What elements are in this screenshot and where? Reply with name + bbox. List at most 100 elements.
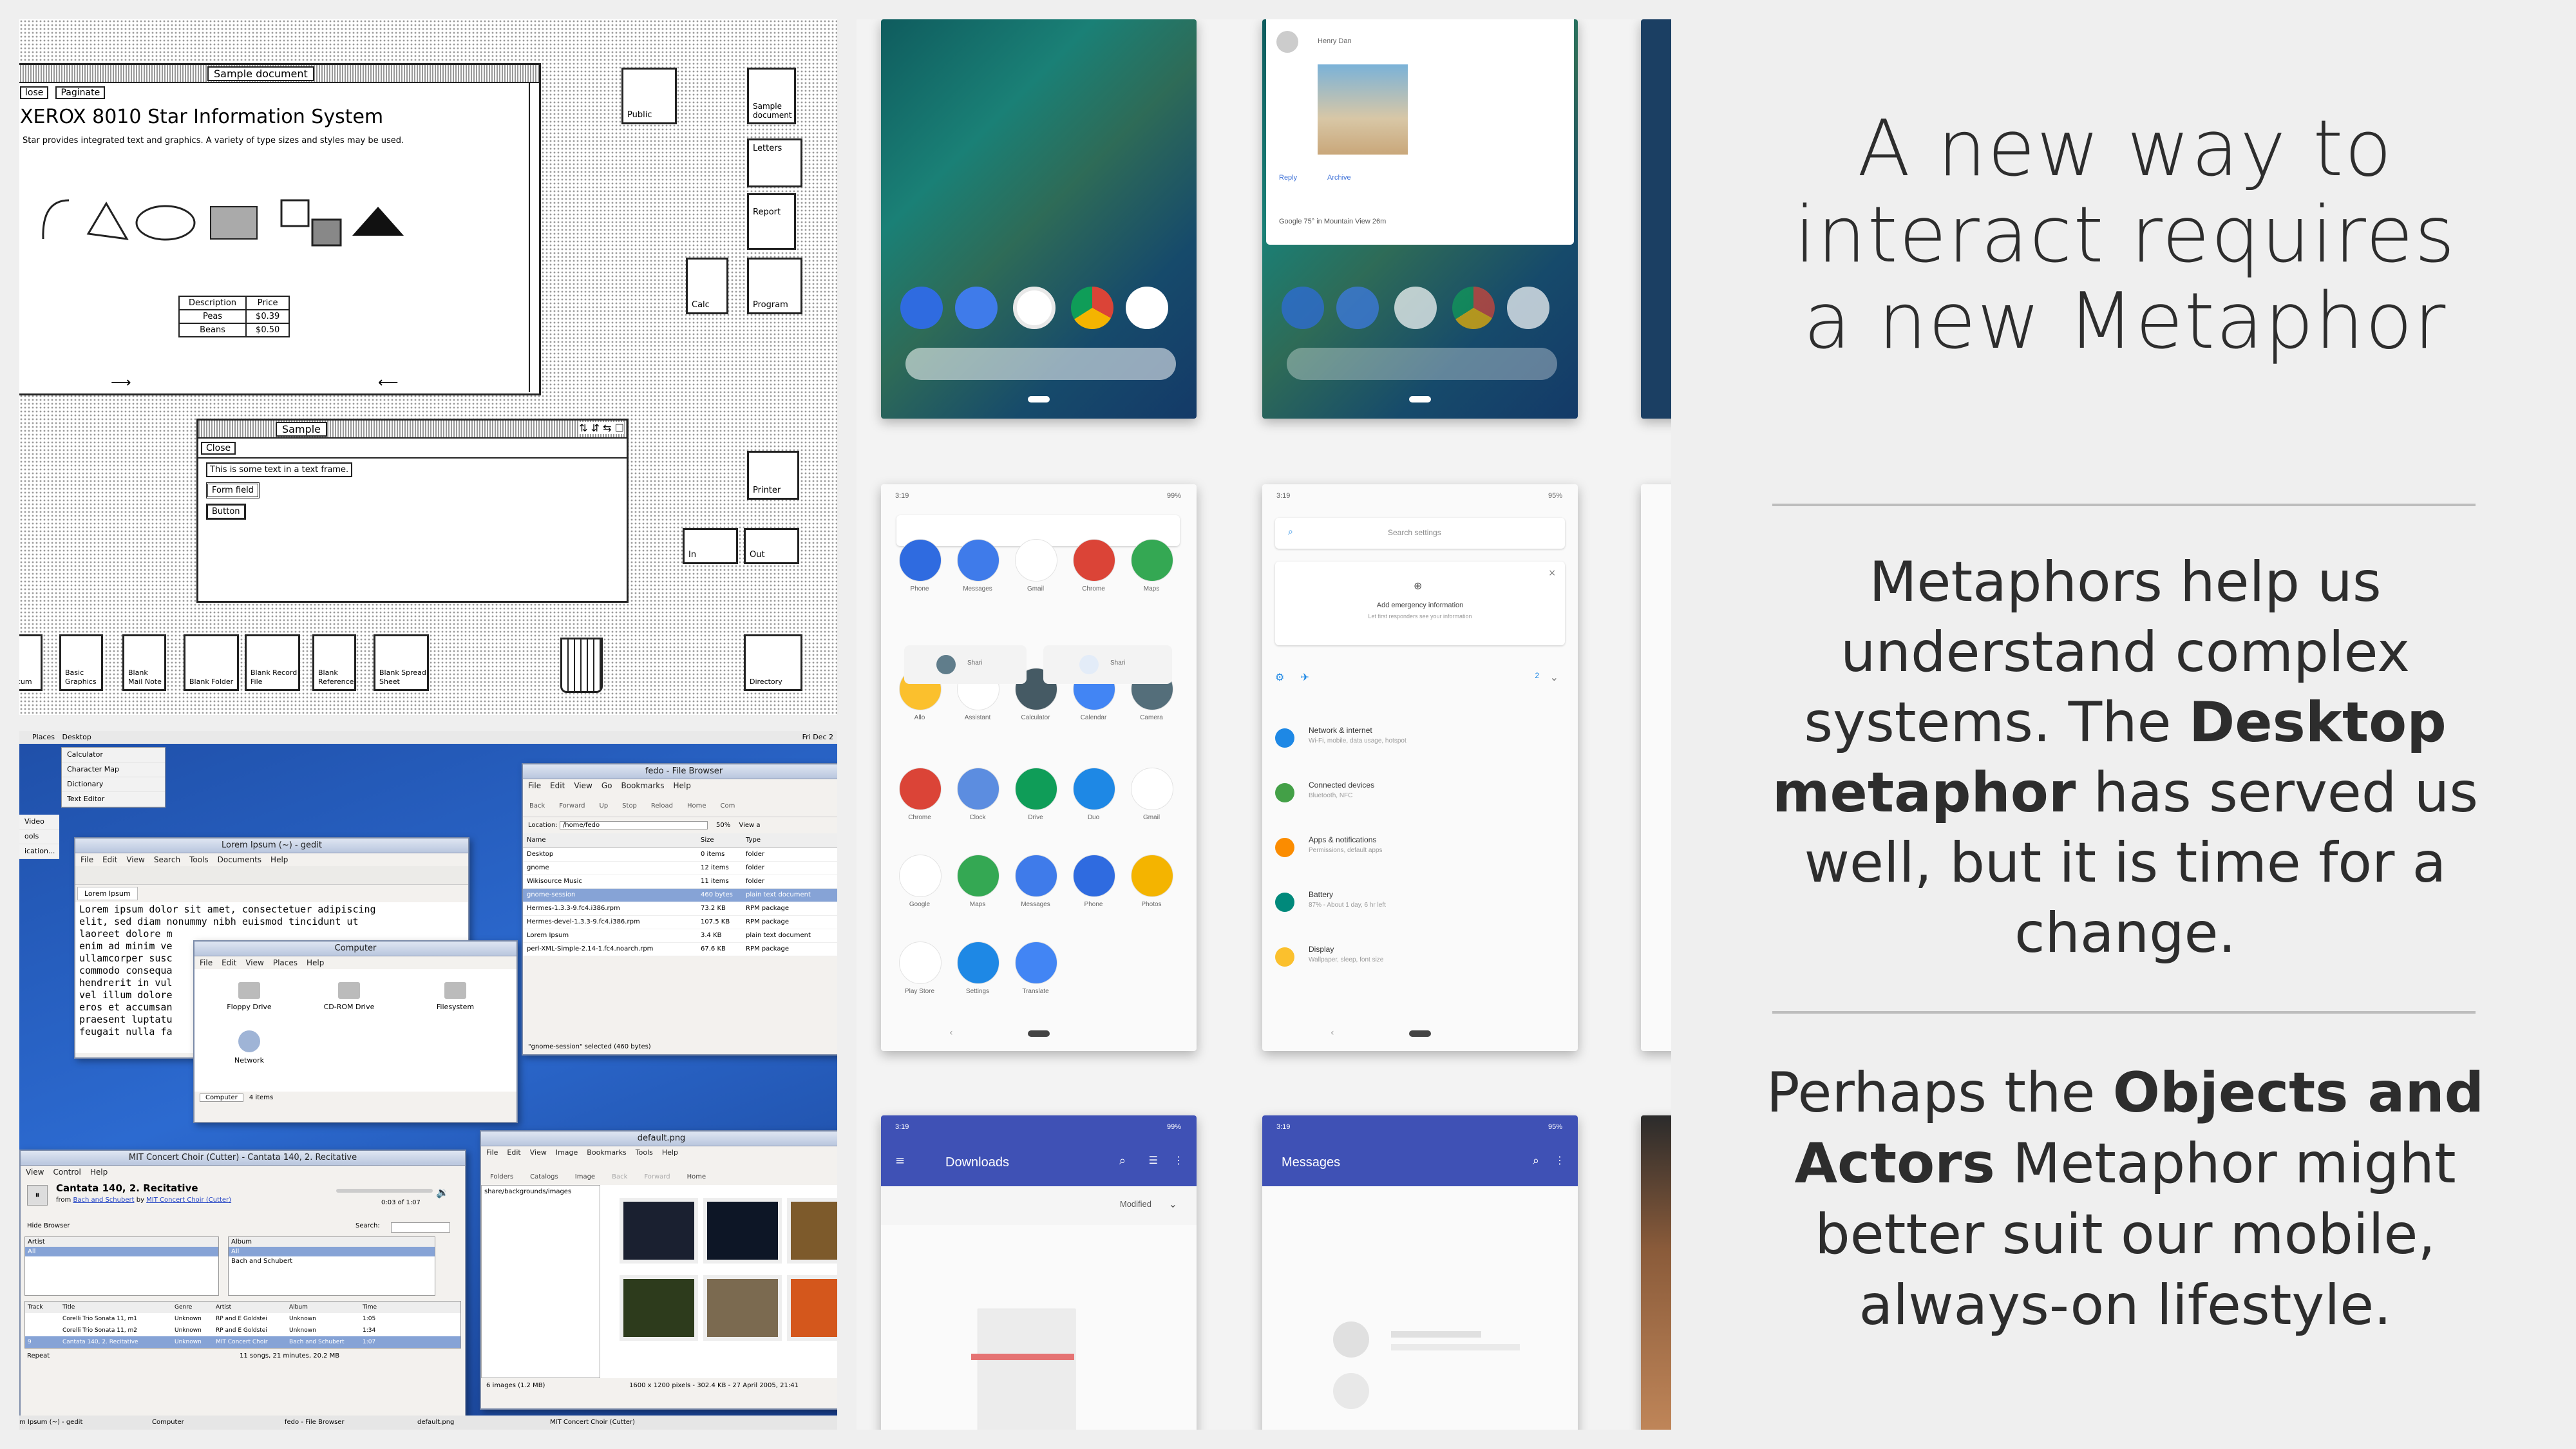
file-row[interactable]: perl-XML-Simple-2.14-1.fc4.noarch.rpm 67.…: [523, 943, 837, 956]
menu-help[interactable]: Help: [307, 958, 324, 967]
menu-view[interactable]: View: [530, 1148, 547, 1157]
menu-places[interactable]: Places: [273, 958, 298, 967]
messages-app-icon[interactable]: [955, 287, 998, 329]
contact-chip[interactable]: Shari: [904, 645, 1027, 684]
trash-icon[interactable]: [560, 638, 603, 693]
menu-item-text-editor[interactable]: Text Editor: [62, 792, 165, 807]
menu-search[interactable]: Search: [154, 855, 180, 864]
phone-app-icon[interactable]: [900, 287, 943, 329]
maps-app-icon[interactable]: [957, 855, 999, 897]
dismiss-icon[interactable]: ×: [1548, 568, 1556, 578]
music-titlebar[interactable]: MIT Concert Choir (Cutter) - Cantata 140…: [21, 1151, 465, 1166]
archive-action[interactable]: Archive: [1327, 174, 1351, 182]
play-pause-icon[interactable]: ⏸: [27, 1185, 48, 1206]
suggestion-row[interactable]: ⚙ ✈ 2 ⌄: [1275, 671, 1565, 690]
file-row[interactable]: Hermes-1.3.3-9.fc4.i386.rpm 73.2 KB RPM pa…: [523, 902, 837, 916]
column-type[interactable]: Type: [746, 833, 836, 848]
artist-link[interactable]: MIT Concert Choir (Cutter): [146, 1197, 231, 1204]
form-close-button[interactable]: Close: [201, 442, 236, 455]
google-search-bar[interactable]: [1287, 348, 1557, 380]
thumbnail[interactable]: [620, 1275, 698, 1341]
overflow-icon[interactable]: ⋮: [1173, 1154, 1184, 1166]
paginate-button[interactable]: Paginate: [55, 86, 106, 99]
menu-tools[interactable]: Tools: [636, 1148, 653, 1157]
image-viewer-titlebar[interactable]: default.png: [481, 1132, 837, 1146]
chrome-app-icon[interactable]: [1452, 287, 1495, 329]
messages-app-icon[interactable]: [1015, 855, 1057, 897]
taskbar-item[interactable]: Computer: [152, 1416, 281, 1430]
track-column-header[interactable]: Artist: [213, 1302, 287, 1313]
column-size[interactable]: Size: [701, 833, 746, 848]
form-titlebar[interactable]: Sample ⇅ ⇵ ⇆ ☐: [198, 421, 627, 439]
taskbar-item[interactable]: default.png: [417, 1416, 546, 1430]
outbox-icon[interactable]: Out: [744, 528, 799, 564]
reply-action[interactable]: Reply: [1279, 174, 1297, 182]
window-controls-icon[interactable]: ⇅ ⇵ ⇆ ☐: [579, 422, 624, 434]
clock-app-icon[interactable]: [957, 768, 999, 810]
form-button[interactable]: Button: [206, 504, 246, 520]
image-button[interactable]: Image: [575, 1173, 595, 1185]
floppy-drive-item[interactable]: Floppy Drive: [220, 982, 278, 1011]
maps-app-icon[interactable]: [1131, 539, 1173, 582]
search-input[interactable]: [391, 1222, 450, 1233]
document-titlebar[interactable]: Sample document: [19, 65, 539, 83]
menu-edit[interactable]: Edit: [222, 958, 236, 967]
artist-all[interactable]: All: [25, 1247, 218, 1256]
taskbar-item[interactable]: MIT Concert Choir (Cutter): [550, 1416, 679, 1430]
folders-button[interactable]: Folders: [490, 1173, 513, 1185]
messages-app-icon[interactable]: [1336, 287, 1379, 329]
blank-folder-icon[interactable]: Blank Folder: [184, 634, 239, 691]
menu-bookmarks[interactable]: Bookmarks: [587, 1148, 626, 1157]
menu-view[interactable]: View: [26, 1168, 44, 1177]
menu-control[interactable]: Control: [53, 1168, 80, 1177]
menu-item-dictionary[interactable]: Dictionary: [62, 777, 165, 792]
settings-search[interactable]: ⌕ Search settings: [1275, 518, 1565, 549]
cdrom-drive-item[interactable]: CD-ROM Drive: [317, 982, 381, 1011]
places-menu[interactable]: Places: [32, 733, 55, 741]
blank-record-file-icon[interactable]: Blank Record File: [245, 634, 300, 691]
menu-icon[interactable]: ≡: [895, 1154, 905, 1168]
close-button[interactable]: lose: [20, 86, 49, 99]
location-dropdown[interactable]: Computer: [200, 1094, 243, 1102]
network-item[interactable]: Network: [220, 1030, 278, 1065]
track-column-header[interactable]: Genre: [172, 1302, 213, 1313]
menu-item-calculator[interactable]: Calculator: [62, 748, 165, 762]
track-column-header[interactable]: Time: [360, 1302, 388, 1313]
home-nav-pill[interactable]: [1409, 396, 1431, 402]
back-chevron-icon[interactable]: ‹: [1331, 1028, 1334, 1038]
duo-app-icon[interactable]: [1073, 768, 1115, 810]
home-button[interactable]: Home: [687, 1173, 706, 1185]
track-column-header[interactable]: Track: [25, 1302, 60, 1313]
chrome-app-icon[interactable]: [1073, 539, 1115, 582]
thumbnail[interactable]: [787, 1198, 837, 1264]
letters-icon[interactable]: Letters: [747, 138, 802, 187]
column-name[interactable]: Name: [523, 833, 701, 848]
overflow-icon[interactable]: ⋮: [1555, 1154, 1565, 1166]
blank-reference-icon[interactable]: Blank Reference: [312, 634, 356, 691]
calc-icon[interactable]: Calc: [686, 258, 728, 314]
menu-view[interactable]: View: [245, 958, 263, 967]
menu-help[interactable]: Help: [270, 855, 288, 864]
menu-image[interactable]: Image: [556, 1148, 578, 1157]
desktop-menu[interactable]: Desktop: [62, 733, 91, 741]
public-icon[interactable]: Public: [621, 68, 677, 124]
inbox-icon[interactable]: In: [683, 528, 738, 564]
maps-app-icon[interactable]: [1126, 287, 1168, 329]
stop-button[interactable]: Stop: [622, 802, 637, 817]
file-row[interactable]: Hermes-devel-1.3.3-9.fc4.i386.rpm 107.5 K…: [523, 916, 837, 929]
thumbnail[interactable]: [703, 1275, 782, 1341]
back-chevron-icon[interactable]: ‹: [949, 1028, 953, 1038]
home-nav-pill[interactable]: [1409, 1030, 1431, 1037]
program-icon[interactable]: Program: [747, 258, 802, 314]
album-link[interactable]: Bach and Schubert: [73, 1197, 134, 1204]
computer-titlebar[interactable]: Computer: [194, 942, 516, 956]
blank-mail-note-icon[interactable]: Blank Mail Note: [122, 634, 166, 691]
file-row[interactable]: gnome 12 items folder: [523, 862, 837, 875]
contact-chip[interactable]: Shari: [1043, 645, 1172, 684]
catalogs-button[interactable]: Catalogs: [530, 1173, 558, 1185]
form-field[interactable]: Form field: [206, 482, 260, 498]
scrollbar[interactable]: [529, 83, 539, 392]
nk-cum-icon[interactable]: nk cum: [19, 634, 43, 691]
menu-item[interactable]: Video: [19, 815, 59, 829]
arrow-right-icon[interactable]: ⟶: [111, 375, 131, 391]
